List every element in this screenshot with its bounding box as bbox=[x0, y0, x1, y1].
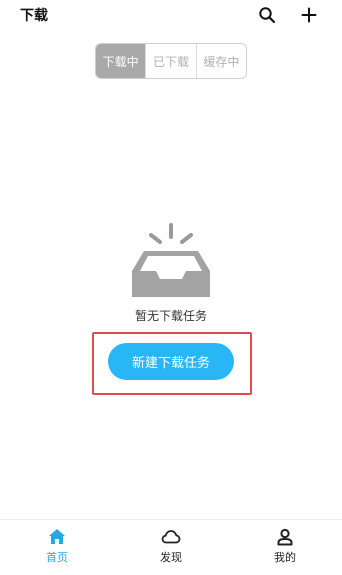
nav-label-profile: 我的 bbox=[274, 551, 296, 564]
person-icon bbox=[277, 528, 293, 546]
nav-label-discover: 发现 bbox=[160, 551, 182, 564]
bottom-nav: 首页 发现 我的 bbox=[0, 519, 342, 575]
add-button[interactable] bbox=[297, 3, 321, 27]
home-icon bbox=[49, 529, 65, 544]
cloud-icon bbox=[161, 530, 181, 544]
download-tabs: 下载中 已下载 缓存中 bbox=[95, 43, 247, 79]
search-button[interactable] bbox=[255, 3, 279, 27]
nav-label-home: 首页 bbox=[46, 551, 68, 564]
new-download-task-button[interactable]: 新建下载任务 bbox=[108, 343, 234, 380]
tab-downloaded[interactable]: 已下载 bbox=[145, 44, 196, 78]
tab-downloading[interactable]: 下载中 bbox=[96, 44, 146, 78]
download-screen: 下载 下载中 已下载 缓存中 暂无下载任务 新建下载任务 首页 发现 我的 bbox=[0, 0, 342, 575]
header-bar: 下载 bbox=[0, 0, 342, 32]
plus-icon bbox=[301, 7, 317, 23]
empty-message: 暂无下载任务 bbox=[134, 309, 207, 323]
empty-inbox-icon bbox=[132, 223, 210, 297]
nav-item-profile[interactable]: 我的 bbox=[228, 520, 342, 575]
nav-item-discover[interactable]: 发现 bbox=[114, 520, 228, 575]
search-icon bbox=[259, 7, 276, 24]
nav-item-home[interactable]: 首页 bbox=[0, 520, 114, 575]
page-title: 下载 bbox=[20, 8, 48, 24]
tab-caching[interactable]: 缓存中 bbox=[195, 44, 246, 78]
